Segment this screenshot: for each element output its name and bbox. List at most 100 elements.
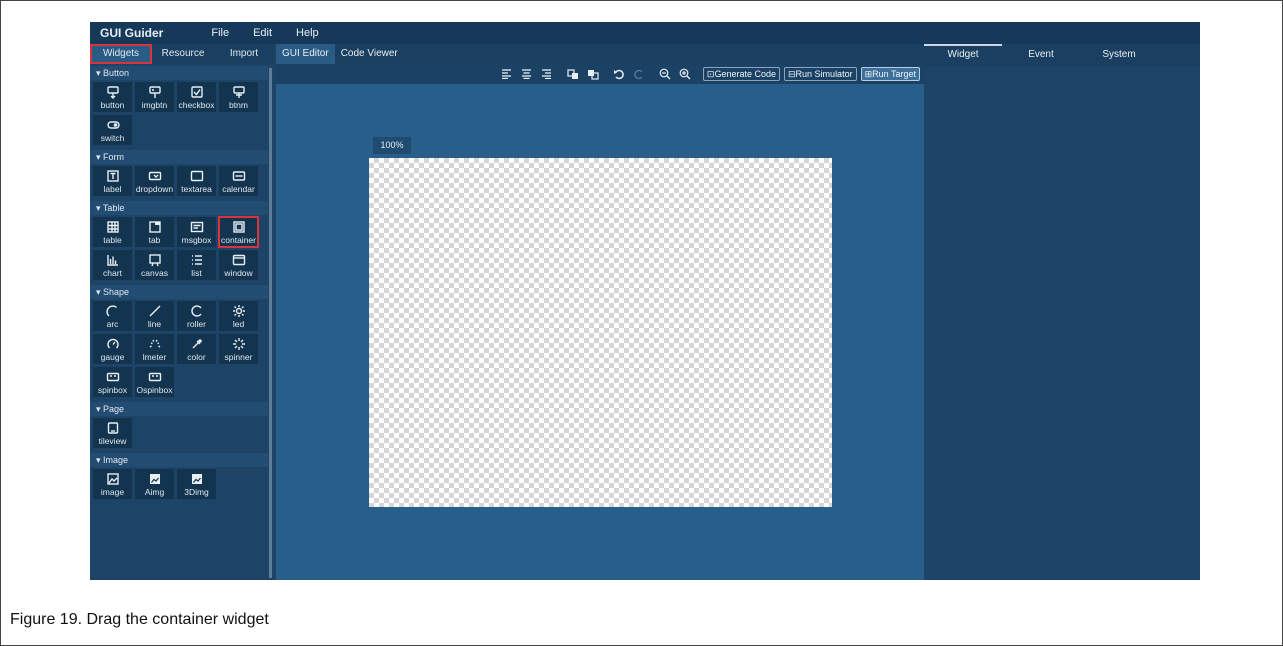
label-icon	[106, 168, 120, 184]
zoom-level-label: 100%	[373, 137, 411, 154]
widget-calendar-button[interactable]: calendar	[219, 166, 258, 196]
run-simulator-label: Run Simulator	[795, 69, 853, 79]
widget-label-button[interactable]: label	[93, 166, 132, 196]
undo-icon[interactable]	[611, 66, 627, 82]
widget-aimg-button[interactable]: Aimg	[135, 469, 174, 499]
widget-label: dropdown	[135, 184, 174, 194]
section-header[interactable]: ▾ Form	[90, 150, 268, 164]
send-backward-icon[interactable]	[585, 66, 601, 82]
widget-grid: tileview	[90, 416, 268, 453]
redo-icon[interactable]	[631, 66, 647, 82]
gui-guider-window: GUI Guider File Edit Help Widgets Resour…	[90, 22, 1200, 580]
menu-help[interactable]: Help	[296, 27, 319, 39]
tab-event[interactable]: Event	[1002, 44, 1080, 66]
run-simulator-button[interactable]: ⊟Run Simulator	[784, 67, 857, 81]
widget-list-button[interactable]: list	[177, 250, 216, 280]
align-left-icon[interactable]	[499, 66, 515, 82]
widget-tileview-button[interactable]: tileview	[93, 418, 132, 448]
run-target-icon: ⊞	[864, 69, 873, 79]
widget-btnm-button[interactable]: btnm	[219, 82, 258, 112]
tab-gui-editor[interactable]: GUI Editor	[276, 44, 335, 64]
widget-label: tileview	[98, 436, 127, 446]
editor-area: GUI Editor Code Viewer ⊡Generate Code ⊟R…	[276, 44, 924, 580]
widget-window-button[interactable]: window	[219, 250, 258, 280]
section-header[interactable]: ▾ Shape	[90, 285, 268, 299]
app-title: GUI Guider	[100, 26, 164, 40]
widget-arc-button[interactable]: arc	[93, 301, 132, 331]
tab-resource[interactable]: Resource	[152, 44, 214, 64]
bring-forward-icon[interactable]	[565, 66, 581, 82]
section-header[interactable]: ▾ Page	[90, 402, 268, 416]
widget-switch-button[interactable]: switch	[93, 115, 132, 145]
zoom-in-icon[interactable]	[677, 66, 693, 82]
widget-label: line	[147, 319, 162, 329]
widget-table-button[interactable]: table	[93, 217, 132, 247]
widget-label: color	[187, 352, 206, 362]
properties-tab-bar: Widget Event System	[924, 44, 1200, 66]
widget-label: list	[191, 268, 202, 278]
section-header[interactable]: ▾ Table	[90, 201, 268, 215]
widget-roller-button[interactable]: roller	[177, 301, 216, 331]
container-icon	[232, 219, 246, 235]
align-center-icon[interactable]	[519, 66, 535, 82]
widget-label: roller	[187, 319, 206, 329]
tab-code-viewer[interactable]: Code Viewer	[335, 44, 404, 64]
widget-image-button[interactable]: image	[93, 469, 132, 499]
generate-code-button[interactable]: ⊡Generate Code	[702, 67, 780, 81]
tab-widgets[interactable]: Widgets	[90, 44, 152, 64]
widget-list: ▾ Button button imgbtn checkbox btnm switch ▾ …	[90, 66, 268, 580]
section-header[interactable]: ▾ Button	[90, 66, 268, 80]
widget-gauge-button[interactable]: gauge	[93, 334, 132, 364]
tab-import[interactable]: Import	[214, 44, 274, 64]
menu-edit[interactable]: Edit	[253, 27, 272, 39]
widget-ospinbox-button[interactable]: Ospinbox	[135, 367, 174, 397]
run-target-button[interactable]: ⊞Run Target	[860, 67, 920, 81]
tab-widget[interactable]: Widget	[924, 44, 1002, 66]
checkbox-icon	[190, 84, 204, 100]
widget-textarea-button[interactable]: textarea	[177, 166, 216, 196]
widget-checkbox-button[interactable]: checkbox	[177, 82, 216, 112]
widget-label: textarea	[181, 184, 212, 194]
screen-canvas[interactable]	[369, 158, 832, 507]
widget-msgbox-button[interactable]: msgbox	[177, 217, 216, 247]
widget-spinbox-button[interactable]: spinbox	[93, 367, 132, 397]
widget-label: spinbox	[97, 385, 128, 395]
lmeter-icon	[148, 336, 162, 352]
figure-caption: Figure 19. Drag the container widget	[10, 611, 269, 628]
widget-tab-button[interactable]: tab	[135, 217, 174, 247]
widget-container-button[interactable]: container	[218, 216, 259, 248]
widget-label: Ospinbox	[136, 385, 173, 395]
align-right-icon[interactable]	[539, 66, 555, 82]
arc-icon	[105, 303, 120, 319]
widget-dropdown-button[interactable]: dropdown	[135, 166, 174, 196]
widget-grid: button imgbtn checkbox btnm switch	[90, 80, 268, 150]
widget-chart-button[interactable]: chart	[93, 250, 132, 280]
tab-system[interactable]: System	[1080, 44, 1158, 66]
widget-list-scrollbar[interactable]	[269, 68, 272, 578]
widget-button-button[interactable]: button	[93, 82, 132, 112]
calendar-icon	[232, 168, 246, 184]
run-simulator-icon: ⊟	[788, 69, 796, 79]
imgbtn-icon	[148, 84, 162, 100]
widget-label: tab	[148, 235, 161, 245]
widget-led-button[interactable]: led	[219, 301, 258, 331]
spinner-icon	[232, 336, 246, 352]
widget-line-button[interactable]: line	[135, 301, 174, 331]
widget-label: button	[100, 100, 125, 110]
zoom-out-icon[interactable]	[657, 66, 673, 82]
dropdown-icon	[148, 168, 162, 184]
ospinbox-icon	[148, 369, 162, 385]
widget-lmeter-button[interactable]: lmeter	[135, 334, 174, 364]
widget-label: container	[221, 235, 256, 245]
section-header[interactable]: ▾ Image	[90, 453, 268, 467]
widget-3dimg-button[interactable]: 3Dimg	[177, 469, 216, 499]
widget-color-button[interactable]: color	[177, 334, 216, 364]
widget-spinner-button[interactable]: spinner	[219, 334, 258, 364]
widget-grid: arc line roller led gauge lmeter color spinner s…	[90, 299, 268, 402]
msgbox-icon	[190, 219, 204, 235]
menu-file[interactable]: File	[211, 27, 229, 39]
widget-imgbtn-button[interactable]: imgbtn	[135, 82, 174, 112]
widget-canvas-button[interactable]: canvas	[135, 250, 174, 280]
widget-label: imgbtn	[141, 100, 168, 110]
left-panel: Widgets Resource Import ▾ Button button im…	[90, 44, 274, 580]
